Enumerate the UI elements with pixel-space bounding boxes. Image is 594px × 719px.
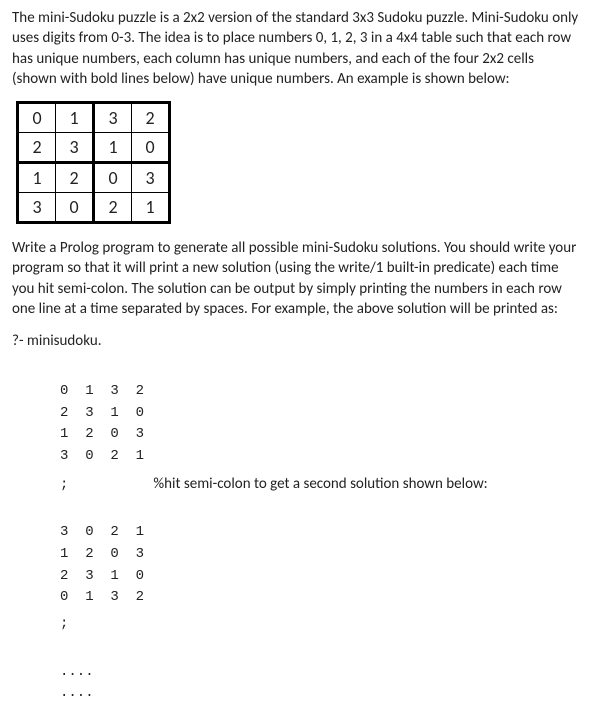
output-row: 1 2 0 3 xyxy=(60,426,144,442)
ellipsis-row: .... xyxy=(60,685,94,701)
sudoku-cell: 1 xyxy=(18,163,56,193)
output-row: 0 1 3 2 xyxy=(60,589,144,605)
prolog-query: ?- minisudoku. xyxy=(12,331,582,351)
sudoku-cell: 0 xyxy=(56,193,94,223)
sudoku-cell: 2 xyxy=(18,133,56,163)
sudoku-cell: 3 xyxy=(18,193,56,223)
sudoku-cell: 1 xyxy=(56,103,94,133)
sudoku-cell: 2 xyxy=(132,103,170,133)
sudoku-cell: 3 xyxy=(94,103,132,133)
sudoku-cell: 3 xyxy=(132,163,170,193)
output-row: 3 0 2 1 xyxy=(60,448,144,464)
semicolon-char: ; xyxy=(60,616,68,632)
semicolon-comment-line: ; %hit semi-colon to get a second solutio… xyxy=(60,474,582,495)
semicolon-line-2: ; xyxy=(60,615,582,634)
ellipsis-output: .... .... xyxy=(60,640,582,705)
ellipsis-row: .... xyxy=(60,664,94,680)
output-row: 2 3 1 0 xyxy=(60,568,144,584)
output-row: 0 1 3 2 xyxy=(60,383,144,399)
output-row: 2 3 1 0 xyxy=(60,405,144,421)
instructions-paragraph: Write a Prolog program to generate all p… xyxy=(12,238,582,319)
comment-text: %hit semi-colon to get a second solution… xyxy=(153,475,487,493)
sudoku-cell: 3 xyxy=(56,133,94,163)
output-row: 1 2 0 3 xyxy=(60,546,144,562)
sudoku-cell: 0 xyxy=(132,133,170,163)
sudoku-cell: 2 xyxy=(56,163,94,193)
solution-1-output: 0 1 3 2 2 3 1 0 1 2 0 3 3 0 2 1 xyxy=(60,359,582,467)
sudoku-cell: 1 xyxy=(94,133,132,163)
sudoku-cell: 2 xyxy=(94,193,132,223)
semicolon-char: ; xyxy=(60,477,68,493)
output-row: 3 0 2 1 xyxy=(60,524,144,540)
sudoku-cell: 0 xyxy=(94,163,132,193)
intro-paragraph: The mini-Sudoku puzzle is a 2x2 version … xyxy=(12,8,582,89)
sudoku-cell: 0 xyxy=(18,103,56,133)
sudoku-example-table: 0 1 3 2 2 3 1 0 1 2 0 3 3 0 2 1 xyxy=(16,101,171,224)
sudoku-cell: 1 xyxy=(132,193,170,223)
solution-2-output: 3 0 2 1 1 2 0 3 2 3 1 0 0 1 3 2 xyxy=(60,501,582,609)
